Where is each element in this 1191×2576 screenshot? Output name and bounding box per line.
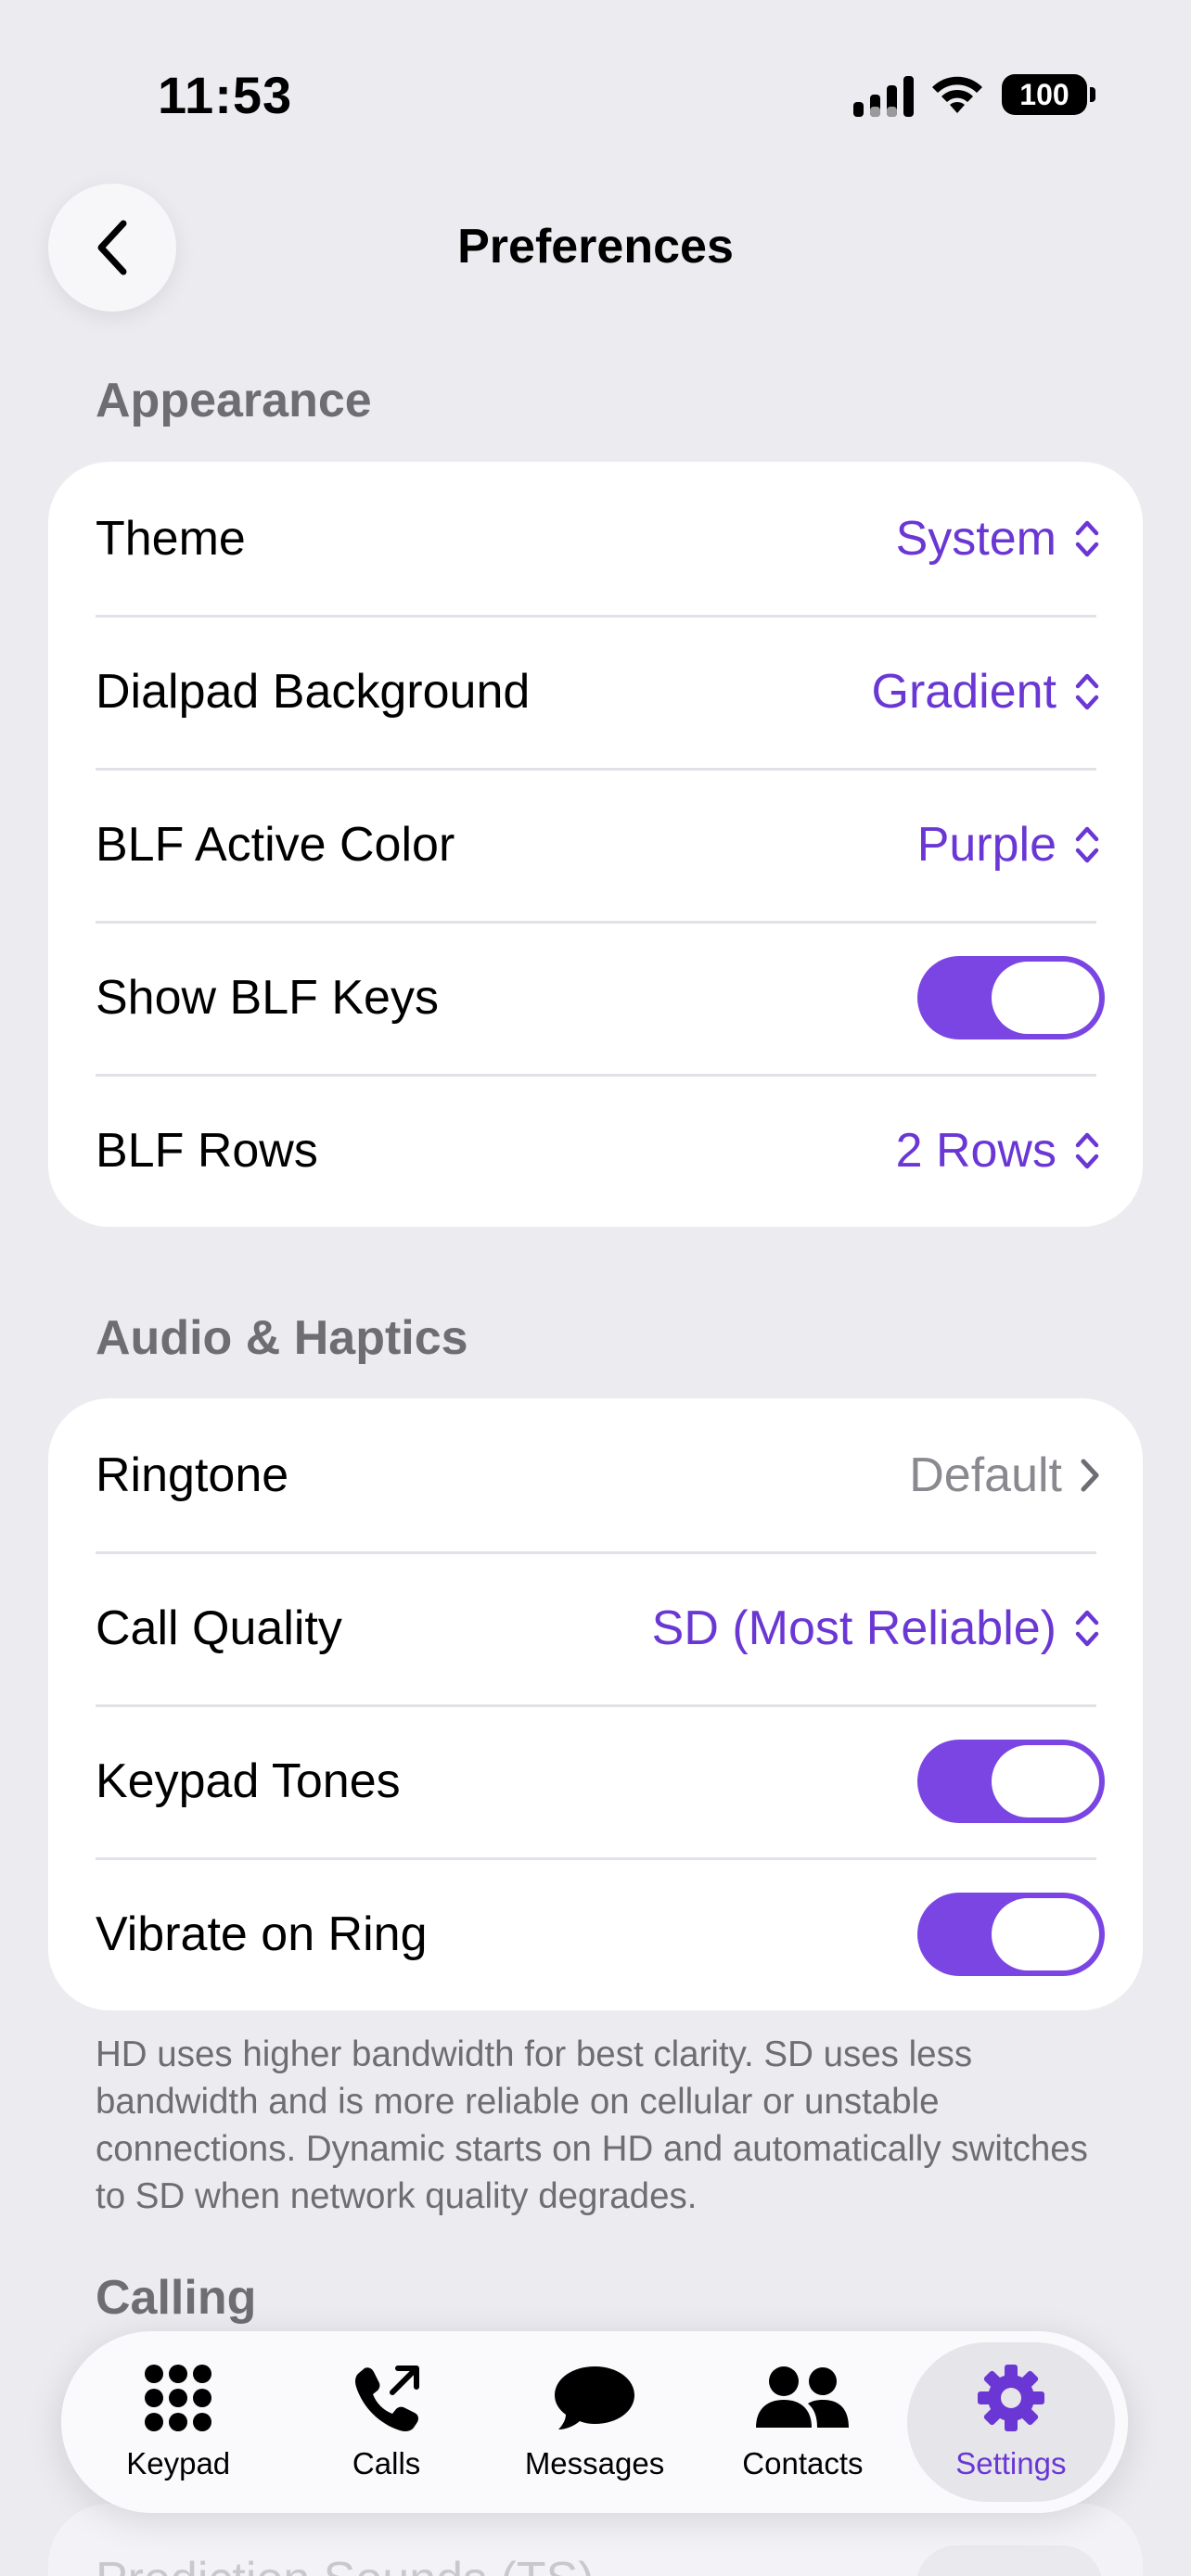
cellular-signal-icon [853,76,914,117]
row-theme[interactable]: Theme System [48,462,1143,615]
call-quality-picker[interactable]: SD (Most Reliable) [652,1600,1101,1656]
tab-messages[interactable]: Messages [491,2342,698,2502]
row-label: BLF Active Color [96,817,455,872]
chevron-right-icon [1081,1459,1099,1491]
row-value: Default [909,1447,1062,1502]
row-keypad-tones: Keypad Tones [48,1704,1143,1857]
tab-calls[interactable]: Calls [282,2342,490,2502]
phone-outgoing-icon [354,2366,419,2431]
ringtone-value[interactable]: Default [909,1447,1101,1503]
chevron-up-down-icon [1075,1132,1099,1168]
tab-contacts[interactable]: Contacts [698,2342,906,2502]
tab-label: Keypad [126,2446,231,2480]
tab-label: Contacts [742,2446,864,2480]
appearance-card: Theme System Dialpad Background Gradient… [48,462,1143,1227]
tab-keypad[interactable]: Keypad [74,2342,282,2502]
tab-settings[interactable]: Settings [906,2342,1116,2502]
toggle-knob [992,961,1099,1034]
chevron-up-down-icon [1075,673,1099,709]
section-header-appearance: Appearance [96,374,372,427]
partial-row-label: Prediction Sounds (TS) [96,2552,595,2576]
chevron-up-down-icon [1075,520,1099,556]
blf-rows-picker[interactable]: 2 Rows [896,1123,1101,1179]
status-time: 11:53 [158,66,293,124]
row-label: Vibrate on Ring [96,1906,428,1961]
section-header-audio: Audio & Haptics [96,1311,468,1365]
tab-bar: Keypad Calls Messages Contacts Settings [61,2331,1128,2513]
battery-level: 100 [1019,77,1069,111]
toggle-knob [992,1744,1099,1817]
row-dialpad-background[interactable]: Dialpad Background Gradient [48,615,1143,768]
tab-label: Calls [352,2446,421,2480]
row-value: System [895,511,1057,566]
status-bar: 11:53 100 [0,0,1191,185]
row-label: Call Quality [96,1600,342,1655]
section-header-calling: Calling [96,2271,257,2325]
row-label: Keypad Tones [96,1753,401,1808]
theme-picker[interactable]: System [896,511,1101,567]
audio-card: Ringtone Default Call Quality SD (Most R… [48,1398,1143,2010]
row-call-quality[interactable]: Call Quality SD (Most Reliable) [48,1551,1143,1704]
row-label: Dialpad Background [96,664,531,719]
contacts-icon [756,2366,850,2428]
row-show-blf-keys: Show BLF Keys [48,921,1143,1074]
call-quality-footnote: HD uses higher bandwidth for best clarit… [96,2034,1088,2216]
row-value: Gradient [871,664,1057,719]
gear-icon [977,2365,1044,2431]
row-vibrate-on-ring: Vibrate on Ring [48,1857,1143,2010]
wifi-icon [932,76,982,113]
row-label: Show BLF Keys [96,970,439,1025]
battery-nub [1090,87,1095,102]
chevron-up-down-icon [1075,1610,1099,1646]
row-label: BLF Rows [96,1123,318,1178]
row-ringtone[interactable]: Ringtone Default [48,1398,1143,1551]
toggle-knob [992,1897,1099,1970]
keypad-tones-toggle[interactable] [917,1739,1105,1823]
row-blf-active-color[interactable]: BLF Active Color Purple [48,768,1143,921]
page-title: Preferences [457,220,734,274]
tab-label: Settings [955,2446,1067,2480]
row-value: Purple [916,817,1057,872]
row-value: SD (Most Reliable) [651,1600,1057,1655]
keypad-icon [145,2365,212,2431]
row-label: Theme [96,511,246,566]
blf-active-color-picker[interactable]: Purple [917,817,1101,873]
vibrate-on-ring-toggle[interactable] [917,1892,1105,1976]
row-value: 2 Rows [895,1123,1057,1178]
partial-row-toggle[interactable] [916,2545,1103,2576]
chevron-up-down-icon [1075,826,1099,862]
message-bubble-icon [555,2366,635,2429]
show-blf-keys-toggle[interactable] [917,955,1105,1039]
tab-label: Messages [524,2446,665,2480]
row-blf-rows[interactable]: BLF Rows 2 Rows [48,1074,1143,1227]
dialpad-background-picker[interactable]: Gradient [872,664,1101,720]
battery-indicator: 100 [1002,74,1087,115]
row-label: Ringtone [96,1447,289,1502]
